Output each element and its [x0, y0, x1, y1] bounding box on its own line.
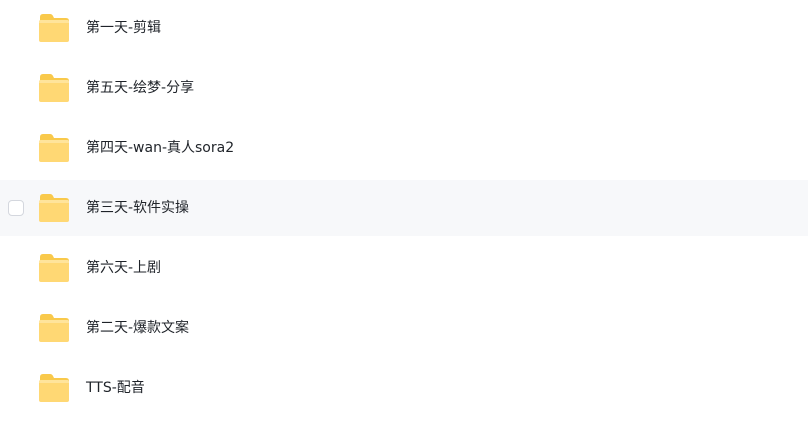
folder-name: 第五天-绘梦-分享	[86, 80, 195, 96]
folder-name: TTS-配音	[86, 380, 145, 396]
folder-name: 第二天-爆款文案	[86, 320, 190, 336]
folder-row[interactable]: TTS-配音	[0, 360, 808, 416]
folder-icon	[38, 193, 70, 223]
file-list: 第一天-剪辑 第五天-绘梦-分享 第四天-wan-真人sora2 第三天-软件实…	[0, 0, 808, 430]
folder-icon	[38, 13, 70, 43]
row-checkbox[interactable]	[8, 200, 24, 216]
folder-name: 第三天-软件实操	[86, 200, 190, 216]
folder-row[interactable]: 第二天-爆款文案	[0, 300, 808, 356]
folder-row[interactable]: 第三天-软件实操	[0, 180, 808, 236]
folder-icon	[38, 373, 70, 403]
folder-row[interactable]: 第一天-剪辑	[0, 0, 808, 56]
folder-row[interactable]: 第五天-绘梦-分享	[0, 60, 808, 116]
folder-row[interactable]: 第六天-上剧	[0, 240, 808, 296]
folder-name: 第六天-上剧	[86, 260, 162, 276]
folder-icon	[38, 133, 70, 163]
folder-icon	[38, 253, 70, 283]
folder-name: 第一天-剪辑	[86, 20, 162, 36]
folder-icon	[38, 313, 70, 343]
folder-icon	[38, 73, 70, 103]
folder-row[interactable]: 第四天-wan-真人sora2	[0, 120, 808, 176]
folder-name: 第四天-wan-真人sora2	[86, 140, 235, 156]
